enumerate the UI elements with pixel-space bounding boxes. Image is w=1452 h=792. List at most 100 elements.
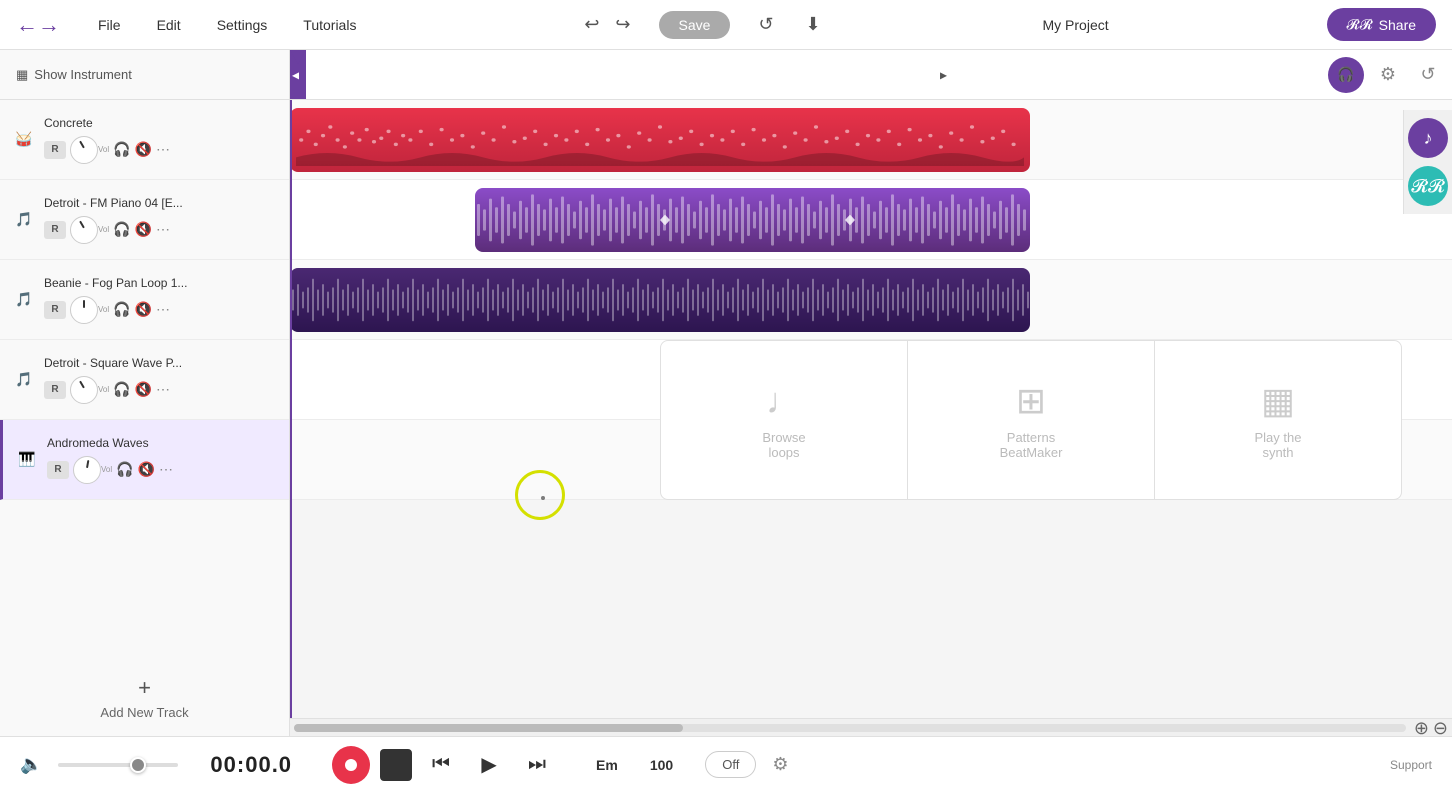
clip-detroit-fm[interactable]: [475, 188, 1030, 252]
scrollbar-track[interactable]: [294, 724, 1406, 732]
r-button[interactable]: R: [44, 221, 66, 239]
zoom-out-button[interactable]: ⊖: [1433, 719, 1448, 737]
menu-file[interactable]: File: [92, 13, 127, 37]
volume-thumb[interactable]: [130, 757, 146, 773]
track-item[interactable]: 🎵 Detroit - FM Piano 04 [E... R Vol 🎧 🔇 …: [0, 180, 289, 260]
volume-knob[interactable]: [70, 216, 98, 244]
zoom-in-button[interactable]: ⊕: [1414, 719, 1429, 737]
vol-label: Vol: [98, 385, 109, 394]
mute-button[interactable]: 🔇: [135, 381, 152, 398]
app-logo[interactable]: ←→: [16, 12, 60, 38]
scrollbar-thumb[interactable]: [294, 724, 683, 732]
track-row-2[interactable]: [290, 180, 1452, 260]
collab-icon: 🎧: [1337, 66, 1354, 83]
browse-loops-label: Browseloops: [762, 430, 805, 460]
transport-settings-button[interactable]: ⚙: [772, 754, 788, 775]
headphones-button[interactable]: 🎧: [113, 221, 130, 238]
more-button[interactable]: ⋯: [156, 141, 170, 158]
time-display: 00:00.0: [210, 752, 292, 778]
headphones-button[interactable]: 🎧: [113, 141, 130, 158]
volume-knob[interactable]: [70, 136, 98, 164]
track-controls: R Vol 🎧 🔇 ⋯: [44, 216, 279, 244]
clip-concrete[interactable]: [290, 108, 1030, 172]
more-button[interactable]: ⋯: [156, 301, 170, 318]
tracks-area: ♩ Browseloops ⊞ PatternsBeatMaker ▦ Play…: [290, 100, 1452, 718]
menu-tutorials[interactable]: Tutorials: [297, 13, 362, 37]
track-name: Detroit - FM Piano 04 [E...: [44, 196, 279, 210]
share-icon: 𝓡𝓡: [1347, 16, 1373, 33]
redo-button[interactable]: ↪: [611, 10, 634, 39]
track-row-3[interactable]: [290, 260, 1452, 340]
track-item[interactable]: 🎵 Beanie - Fog Pan Loop 1... R Vol 🎧 🔇 ⋯: [0, 260, 289, 340]
track-item-active[interactable]: 🎹 Andromeda Waves R Vol 🎧 🔇 ⋯: [0, 420, 289, 500]
add-new-track-button[interactable]: + Add New Track: [0, 659, 289, 736]
mute-button[interactable]: 🔇: [135, 221, 152, 238]
r-button[interactable]: R: [47, 461, 69, 479]
track-type-icon: 🎵: [10, 366, 38, 394]
volume-knob[interactable]: [70, 296, 98, 324]
r-button[interactable]: R: [44, 301, 66, 319]
fast-forward-button[interactable]: ⏭: [518, 746, 556, 784]
mute-button[interactable]: 🔇: [135, 301, 152, 318]
track-item[interactable]: 🥁 Concrete R Vol 🎧 🔇 ⋯: [0, 100, 289, 180]
settings-icon[interactable]: ⚙: [1372, 59, 1404, 91]
action-cards-container: ♩ Browseloops ⊞ PatternsBeatMaker ▦ Play…: [660, 340, 1402, 500]
patterns-icon: ⊞: [1016, 380, 1046, 422]
r-button[interactable]: R: [44, 141, 66, 159]
menu-settings[interactable]: Settings: [211, 13, 274, 37]
top-bar: ←→ File Edit Settings Tutorials ↩ ↪ Save…: [0, 0, 1452, 50]
arrow-left-icon[interactable]: ◂: [292, 66, 299, 83]
track-controls: R Vol 🎧 🔇 ⋯: [44, 136, 279, 164]
undo-button[interactable]: ↩: [580, 10, 603, 39]
more-button[interactable]: ⋯: [156, 221, 170, 238]
menu-edit[interactable]: Edit: [151, 13, 187, 37]
share-button[interactable]: 𝓡𝓡 Share: [1327, 8, 1437, 41]
track-info: Beanie - Fog Pan Loop 1... R Vol 🎧 🔇 ⋯: [44, 276, 279, 324]
download-button[interactable]: ⬇: [802, 10, 825, 39]
off-button[interactable]: Off: [705, 751, 756, 778]
clip-beanie[interactable]: [290, 268, 1030, 332]
stop-button[interactable]: [380, 749, 412, 781]
arrow-right-icon[interactable]: ▸: [940, 66, 947, 83]
track-item[interactable]: 🎵 Detroit - Square Wave P... R Vol 🎧 🔇 ⋯: [0, 340, 289, 420]
music-icon-button[interactable]: ♪: [1408, 118, 1448, 158]
r-button[interactable]: R: [44, 381, 66, 399]
track-controls: R Vol 🎧 🔇 ⋯: [44, 296, 279, 324]
mute-button[interactable]: 🔇: [138, 461, 155, 478]
rewind-button[interactable]: ⏮: [422, 746, 460, 784]
support-link[interactable]: Support: [1390, 758, 1432, 772]
track-row-1[interactable]: [290, 100, 1452, 180]
right-panel: ♪ 𝓡𝓡: [1403, 110, 1452, 214]
undo-icon[interactable]: ↺: [1412, 59, 1444, 91]
track-info: Detroit - Square Wave P... R Vol 🎧 🔇 ⋯: [44, 356, 279, 404]
track-controls: R Vol 🎧 🔇 ⋯: [47, 456, 279, 484]
collab-button[interactable]: 🎧: [1328, 57, 1364, 93]
headphones-button[interactable]: 🎧: [113, 301, 130, 318]
mute-button[interactable]: 🔇: [135, 141, 152, 158]
track-name: Andromeda Waves: [47, 436, 279, 450]
record-button[interactable]: [332, 746, 370, 784]
headphones-button[interactable]: 🎧: [116, 461, 133, 478]
vol-label: Vol: [101, 465, 112, 474]
show-instrument-button[interactable]: ▦ Show Instrument: [0, 50, 289, 100]
header-right-controls: 🎧 ⚙ ↺: [1328, 57, 1452, 93]
volume-slider[interactable]: [58, 763, 178, 767]
user-icon-button[interactable]: 𝓡𝓡: [1408, 166, 1448, 206]
user-icon: 𝓡𝓡: [1411, 176, 1445, 197]
action-card-play-synth[interactable]: ▦ Play thesynth: [1155, 341, 1401, 499]
restore-button[interactable]: ↺: [754, 10, 777, 39]
play-button[interactable]: ▶: [470, 746, 508, 784]
vol-label: Vol: [98, 225, 109, 234]
timeline-header: ◂ ▸ 3 5 7 9 11 13 15 17 19 21 🎧: [290, 50, 1452, 100]
volume-knob[interactable]: [73, 456, 101, 484]
zoom-controls: ⊕ ⊖: [1414, 719, 1448, 737]
more-button[interactable]: ⋯: [156, 381, 170, 398]
waveform-pattern: [290, 108, 1030, 172]
action-card-patterns[interactable]: ⊞ PatternsBeatMaker: [908, 341, 1155, 499]
action-card-browse-loops[interactable]: ♩ Browseloops: [661, 341, 908, 499]
headphones-button[interactable]: 🎧: [113, 381, 130, 398]
more-button[interactable]: ⋯: [159, 461, 173, 478]
music-note-icon: ♪: [1424, 128, 1433, 149]
volume-knob[interactable]: [70, 376, 98, 404]
save-button[interactable]: Save: [659, 11, 731, 39]
